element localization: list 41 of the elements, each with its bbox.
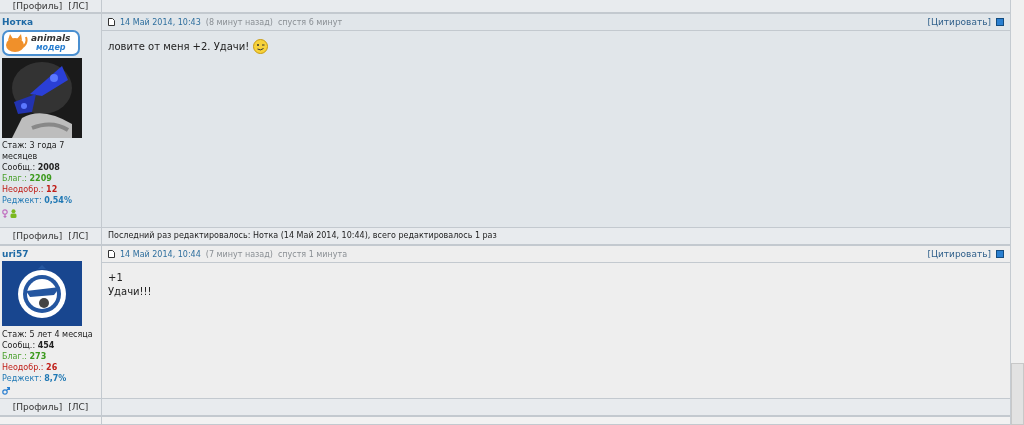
female-sign-icon	[2, 209, 8, 218]
user-stat: Неодобр.: 26	[2, 362, 59, 373]
author-name[interactable]: Нотка	[2, 17, 34, 27]
user-stat: Благ.: 2209	[2, 173, 53, 184]
edit-note: Последний раз редактировалось: Нотка (14 Май 2014, 10:44), всего редактировалось 1 раз	[108, 231, 498, 240]
badge-title: animals	[31, 34, 71, 43]
author-name[interactable]: uri57	[2, 249, 29, 259]
post-text: ловите от меня +2. Удачи!	[108, 39, 250, 54]
user-stat: Стаж: 5 лет 4 месяца	[2, 329, 94, 340]
cat-icon	[4, 33, 28, 53]
square-icon	[996, 18, 1004, 26]
male-sign-icon	[2, 387, 10, 395]
post-interval: спустя 1 минута	[277, 249, 348, 259]
post-interval: спустя 6 минут	[277, 17, 343, 27]
profile-link[interactable]: [ЛС]	[68, 1, 89, 11]
profile-link[interactable]: [ЛС]	[68, 231, 89, 241]
badge-role: модер	[35, 43, 66, 52]
profile-link[interactable]: [Профиль]	[12, 231, 63, 241]
document-icon	[108, 250, 115, 258]
square-icon	[996, 250, 1004, 258]
document-icon	[108, 18, 115, 26]
post-text: Удачи!!!	[108, 285, 152, 299]
quote-link[interactable]: [Цитировать]	[927, 249, 991, 259]
user-stat: Реджект: 8,7%	[2, 373, 68, 384]
quote-link[interactable]: [Цитировать]	[927, 17, 991, 27]
person-icon	[10, 209, 17, 218]
post-age: (7 минут назад)	[205, 249, 273, 259]
user-stat: Сообщ.: 2008	[2, 162, 61, 173]
user-stat: Неодобр.: 12	[2, 184, 59, 195]
post-date[interactable]: 14 Май 2014, 10:43	[120, 17, 201, 27]
post-date[interactable]: 14 Май 2014, 10:44	[120, 249, 201, 259]
profile-link[interactable]: [Профиль]	[12, 1, 63, 11]
profile-link[interactable]: [Профиль]	[12, 402, 63, 412]
user-stat: Благ.: 273	[2, 351, 48, 362]
post-age: (8 минут назад)	[205, 17, 273, 27]
user-stat: Реджект: 0,54%	[2, 195, 73, 206]
scrollbar[interactable]	[1011, 0, 1024, 425]
profile-link[interactable]: [ЛС]	[68, 402, 89, 412]
user-stat: Стаж: 3 года 7 месяцев	[2, 140, 66, 162]
post-text: +1	[108, 271, 123, 285]
user-stat: Сообщ.: 454	[2, 340, 56, 351]
